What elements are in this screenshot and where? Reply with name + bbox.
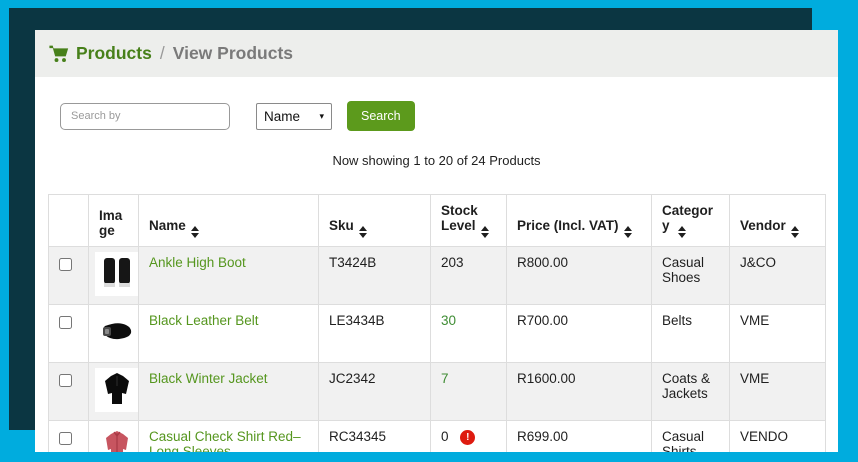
product-image-ankle-high-boot [95, 252, 139, 296]
category-cell: Casual Shoes [652, 247, 730, 305]
category-cell: Coats & Jackets [652, 363, 730, 421]
product-name-link[interactable]: Ankle High Boot [149, 255, 246, 270]
header-category-sort[interactable]: Category [652, 195, 730, 247]
products-page: Products / View Products Name ▾ Search N… [35, 30, 838, 452]
sku-cell: LE3434B [319, 305, 431, 363]
header-select [49, 195, 89, 247]
stock-value: 0 [441, 429, 449, 444]
vendor-cell: VME [730, 305, 826, 363]
product-name-link[interactable]: Black Winter Jacket [149, 371, 268, 386]
price-cell: R800.00 [507, 247, 652, 305]
product-image-black-leather-belt [95, 310, 139, 354]
out-of-stock-alert-icon: ! [460, 430, 475, 445]
select-value: Name [264, 109, 300, 124]
breadcrumb-view-products: View Products [173, 43, 293, 64]
table-header-row: Image Name Sku Stock Level Price (Incl. … [49, 195, 826, 247]
search-button[interactable]: Search [347, 101, 415, 131]
product-name-link[interactable]: Casual Check Shirt Red– Long Sleeves [149, 429, 301, 452]
header-sku-sort[interactable]: Sku [319, 195, 431, 247]
table-row: Black Winter Jacket JC2342 7 R1600.00 Co… [49, 363, 826, 421]
header-vendor-sort[interactable]: Vendor [730, 195, 826, 247]
sort-icon [791, 226, 799, 238]
row-checkbox[interactable] [59, 432, 72, 445]
product-image-casual-check-shirt-red [95, 426, 139, 452]
product-name-link[interactable]: Black Leather Belt [149, 313, 259, 328]
table-row: Ankle High Boot T3424B 203 R800.00 Casua… [49, 247, 826, 305]
sort-icon [624, 226, 632, 238]
sku-cell: T3424B [319, 247, 431, 305]
category-cell: Belts [652, 305, 730, 363]
shopping-cart-icon [49, 45, 69, 63]
product-image-black-winter-jacket [95, 368, 139, 412]
stock-cell: 203 [431, 247, 507, 305]
table-row: Casual Check Shirt Red– Long Sleeves RC3… [49, 421, 826, 453]
row-checkbox[interactable] [59, 258, 72, 271]
header-stock-sort[interactable]: Stock Level [431, 195, 507, 247]
vendor-cell: J&CO [730, 247, 826, 305]
stock-cell: 30 [431, 305, 507, 363]
search-input[interactable] [60, 103, 230, 130]
breadcrumb-products[interactable]: Products [76, 43, 152, 64]
sort-icon [191, 226, 199, 238]
header-price-sort[interactable]: Price (Incl. VAT) [507, 195, 652, 247]
search-field-select[interactable]: Name ▾ [256, 103, 332, 130]
products-table: Image Name Sku Stock Level Price (Incl. … [48, 194, 826, 452]
price-cell: R1600.00 [507, 363, 652, 421]
table-row: Black Leather Belt LE3434B 30 R700.00 Be… [49, 305, 826, 363]
header-name-sort[interactable]: Name [139, 195, 319, 247]
breadcrumb: Products / View Products [35, 30, 838, 77]
sku-cell: JC2342 [319, 363, 431, 421]
header-image: Image [89, 195, 139, 247]
category-cell: Casual Shirts [652, 421, 730, 453]
caret-down-icon: ▾ [319, 111, 324, 122]
results-count-text: Now showing 1 to 20 of 24 Products [35, 153, 838, 168]
stock-cell: 0 ! [431, 421, 507, 453]
search-controls: Name ▾ Search [60, 101, 813, 131]
row-checkbox[interactable] [59, 374, 72, 387]
price-cell: R699.00 [507, 421, 652, 453]
stock-cell: 7 [431, 363, 507, 421]
vendor-cell: VME [730, 363, 826, 421]
sort-icon [678, 226, 686, 238]
price-cell: R700.00 [507, 305, 652, 363]
sku-cell: RC34345 [319, 421, 431, 453]
breadcrumb-separator: / [160, 43, 165, 64]
row-checkbox[interactable] [59, 316, 72, 329]
sort-icon [359, 226, 367, 238]
vendor-cell: VENDO [730, 421, 826, 453]
sort-icon [481, 226, 489, 238]
